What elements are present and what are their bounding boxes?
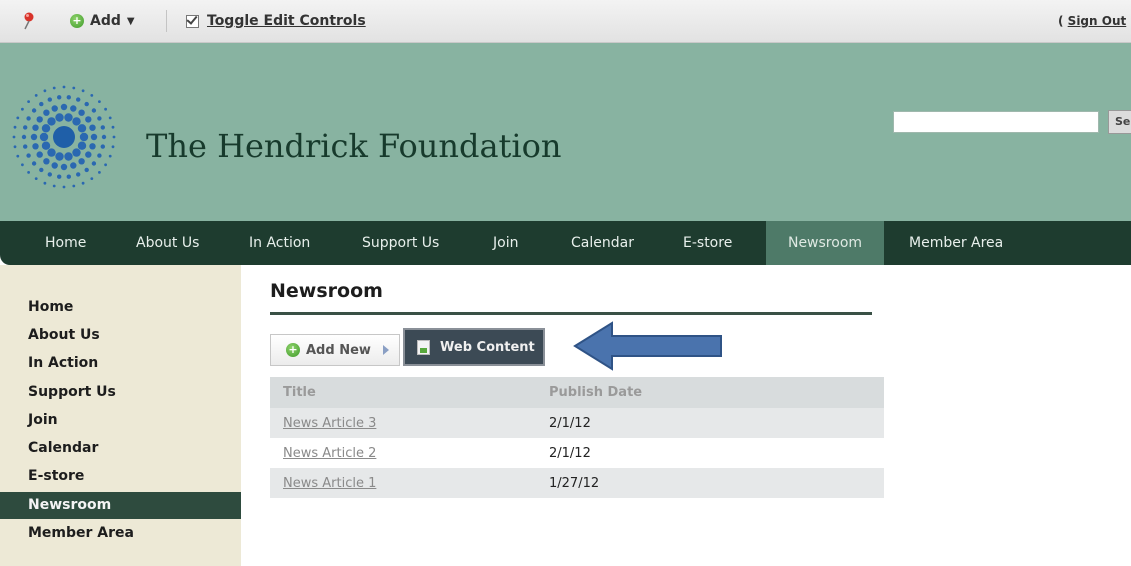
sidebar-item-calendar[interactable]: Calendar xyxy=(28,440,98,456)
sidebar-item-support-us[interactable]: Support Us xyxy=(28,384,116,400)
sidebar-item-home[interactable]: Home xyxy=(28,299,73,315)
nav-item-join[interactable]: Join xyxy=(493,221,518,265)
nav-item-support-us[interactable]: Support Us xyxy=(362,221,439,265)
toolbar-divider xyxy=(166,10,167,32)
nav-item-member-area[interactable]: Member Area xyxy=(909,221,1003,265)
main-nav: Home About Us In Action Support Us Join … xyxy=(0,221,1131,265)
web-content-menu-item[interactable]: Web Content xyxy=(403,328,545,366)
articles-table: Title Publish Date News Article 3 2/1/12… xyxy=(270,377,884,498)
sign-out-prefix: ( xyxy=(1058,14,1068,28)
nav-item-about-us[interactable]: About Us xyxy=(136,221,199,265)
add-icon: + xyxy=(286,343,300,357)
table-row: News Article 1 1/27/12 xyxy=(270,468,884,498)
toggle-edit-controls-link[interactable]: Toggle Edit Controls xyxy=(186,13,366,29)
site-title[interactable]: The Hendrick Foundation xyxy=(146,127,561,165)
article-link[interactable]: News Article 2 xyxy=(283,446,376,461)
site-header: The Hendrick Foundation Se xyxy=(0,43,1131,221)
chevron-right-icon xyxy=(382,345,389,355)
sidebar-item-e-store[interactable]: E-store xyxy=(28,468,84,484)
column-header-publish-date[interactable]: Publish Date xyxy=(549,385,884,400)
title-divider xyxy=(270,312,872,315)
add-menu-label: Add xyxy=(90,13,121,29)
publish-date: 2/1/12 xyxy=(549,415,591,431)
publish-date: 1/27/12 xyxy=(549,475,600,491)
pushpin-icon[interactable] xyxy=(22,12,36,30)
checkbox-icon[interactable] xyxy=(186,14,199,28)
dropdown-caret-icon: ▼ xyxy=(126,15,135,27)
nav-item-in-action[interactable]: In Action xyxy=(249,221,310,265)
sign-out-link[interactable]: Sign Out xyxy=(1068,14,1127,28)
callout-arrow xyxy=(573,321,722,371)
add-new-label: Add New xyxy=(306,342,371,358)
sidebar-item-join[interactable]: Join xyxy=(28,412,58,428)
admin-toolbar: + Add ▼ Toggle Edit Controls ( Sign Out xyxy=(0,0,1131,43)
nav-item-newsroom[interactable]: Newsroom xyxy=(766,221,884,265)
sidebar-item-about-us[interactable]: About Us xyxy=(28,327,100,343)
sidebar-item-member-area[interactable]: Member Area xyxy=(28,525,134,541)
nav-item-e-store[interactable]: E-store xyxy=(683,221,732,265)
publish-date: 2/1/12 xyxy=(549,445,591,461)
column-header-title[interactable]: Title xyxy=(270,385,549,400)
search-input[interactable] xyxy=(893,111,1099,133)
table-row: News Article 2 2/1/12 xyxy=(270,438,884,468)
web-content-icon xyxy=(417,339,430,355)
foundation-logo[interactable] xyxy=(12,77,132,197)
article-link[interactable]: News Article 3 xyxy=(283,416,376,431)
add-menu-button[interactable]: + Add ▼ xyxy=(70,13,135,29)
article-link[interactable]: News Article 1 xyxy=(283,476,376,491)
nav-item-home[interactable]: Home xyxy=(45,221,86,265)
sidebar-item-newsroom[interactable]: Newsroom xyxy=(28,497,111,513)
table-header-row: Title Publish Date xyxy=(270,377,884,408)
nav-item-calendar[interactable]: Calendar xyxy=(571,221,634,265)
web-content-label: Web Content xyxy=(440,339,535,355)
sidebar-item-in-action[interactable]: In Action xyxy=(28,355,98,371)
table-row: News Article 3 2/1/12 xyxy=(270,408,884,438)
toggle-edit-controls-label: Toggle Edit Controls xyxy=(207,13,366,29)
add-icon: + xyxy=(70,14,84,28)
add-new-button[interactable]: + Add New xyxy=(270,334,400,366)
page-title: Newsroom xyxy=(270,280,383,302)
sign-out-area: ( Sign Out xyxy=(1058,14,1126,28)
search-button[interactable]: Se xyxy=(1108,110,1131,134)
